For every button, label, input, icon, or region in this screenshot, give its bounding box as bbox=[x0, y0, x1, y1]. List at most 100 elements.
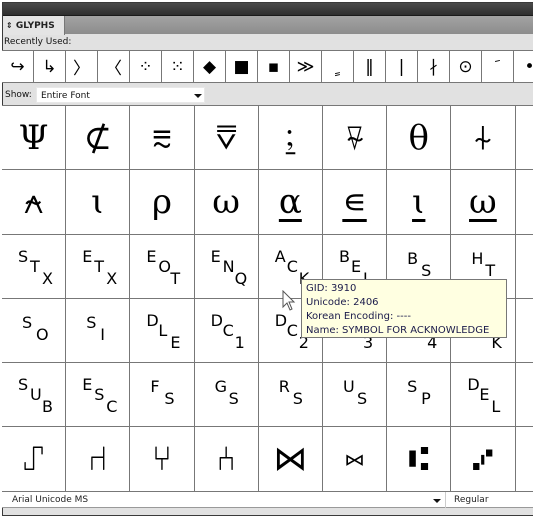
control-picture-glyph: DLE bbox=[130, 299, 193, 362]
recent-glyph-cell[interactable]: 〉 bbox=[66, 51, 98, 82]
show-dropdown[interactable]: Entire Font bbox=[36, 87, 205, 103]
glyph-cell[interactable]: DEL bbox=[451, 363, 516, 428]
glyph-cell[interactable]: STX bbox=[2, 234, 67, 299]
recent-glyph-cell[interactable]: ﹴ bbox=[322, 51, 354, 82]
recent-glyph-cell[interactable]: | bbox=[386, 51, 418, 82]
recent-glyph-cell[interactable]: ⁙ bbox=[162, 51, 194, 82]
glyph-cell[interactable]: ENQ bbox=[194, 234, 259, 299]
control-picture-letter: G bbox=[214, 377, 227, 397]
glyph-cell[interactable]: DLE bbox=[130, 298, 195, 364]
recent-glyph-cell[interactable]: ↳ bbox=[34, 51, 66, 82]
recent-glyph-cell[interactable]: ﹶ bbox=[482, 51, 514, 82]
glyph-cell[interactable] bbox=[515, 235, 533, 299]
glyph-cell[interactable]: ⑂ bbox=[130, 427, 195, 491]
glyph-cell[interactable]: SI bbox=[66, 298, 131, 364]
tab-glyphs[interactable]: ⇕ GLYPHS bbox=[3, 16, 65, 35]
font-family-dropdown[interactable]: Arial Unicode MS bbox=[2, 492, 446, 508]
glyph-cell[interactable]: ⍫ bbox=[322, 106, 388, 171]
glyph-cell[interactable]: ⋈ bbox=[258, 427, 323, 491]
panel-titlebar[interactable] bbox=[3, 3, 533, 15]
glyph-cell[interactable]: ⑅ bbox=[322, 427, 388, 491]
glyph-cell[interactable]: ɩ bbox=[387, 170, 452, 235]
glyph-cell[interactable]: α bbox=[258, 170, 323, 235]
glyph-cell[interactable]: ⩳ bbox=[130, 106, 195, 171]
glyph-cell[interactable]: ⑆ bbox=[387, 427, 452, 491]
collapse-arrows-icon[interactable]: ⇕ bbox=[6, 21, 13, 30]
control-picture-letter: S bbox=[18, 375, 29, 395]
glyph-cell[interactable]: ⑃ bbox=[194, 427, 259, 491]
glyph-cell[interactable]: ⑇ bbox=[451, 427, 516, 491]
glyph-cell[interactable]: ω bbox=[194, 170, 259, 235]
glyph-cell[interactable] bbox=[515, 363, 533, 428]
control-picture-letter: 1 bbox=[234, 332, 245, 352]
control-picture-glyph: ESC bbox=[66, 363, 129, 426]
control-picture-letter: E bbox=[82, 375, 93, 395]
glyph-cell[interactable]: ETX bbox=[66, 234, 131, 299]
tooltip-gid: GID: 3910 bbox=[306, 283, 357, 294]
recent-glyph-cell[interactable]: • bbox=[514, 51, 533, 82]
glyph-cell[interactable]: ∊ bbox=[322, 170, 388, 235]
recent-glyph-cell[interactable]: ⊙ bbox=[450, 51, 482, 82]
glyph-cell[interactable]: ɩ bbox=[66, 170, 131, 235]
control-picture-letter: S bbox=[86, 312, 97, 332]
font-bar: Arial Unicode MS Regular bbox=[2, 491, 533, 508]
recent-glyph-cell[interactable]: ▪ bbox=[258, 51, 290, 82]
glyph-character: ⑁ bbox=[87, 439, 108, 480]
glyph-cell[interactable]: ⍮ bbox=[258, 106, 323, 171]
recent-glyph-cell[interactable]: ↪ bbox=[2, 51, 34, 82]
control-picture-letter: S bbox=[22, 312, 33, 332]
glyph-cell[interactable]: ⑁ bbox=[66, 427, 131, 491]
glyph-cell[interactable]: ω bbox=[451, 170, 516, 235]
recent-glyph-cell[interactable]: ⁘ bbox=[130, 51, 162, 82]
control-picture-letter: C bbox=[106, 397, 118, 417]
glyph-cell[interactable]: DC1 bbox=[194, 298, 259, 364]
glyph-cell[interactable] bbox=[515, 299, 533, 364]
glyph-cell[interactable] bbox=[515, 170, 533, 235]
glyph-cell[interactable]: ⊄ bbox=[66, 106, 131, 171]
glyph-cell[interactable]: ⩢ bbox=[194, 106, 259, 171]
control-picture-letter: T bbox=[30, 256, 40, 276]
glyph-cell[interactable]: θ bbox=[387, 106, 452, 171]
control-picture-letter: R bbox=[278, 377, 290, 397]
glyph-character: ⑃ bbox=[215, 439, 237, 480]
font-family-value: Arial Unicode MS bbox=[12, 495, 89, 505]
glyph-cell[interactable]: SUB bbox=[2, 363, 67, 428]
control-picture-glyph: DEL bbox=[451, 363, 514, 426]
glyph-cell[interactable]: ⍲ bbox=[2, 170, 67, 235]
font-style-dropdown[interactable]: Regular bbox=[450, 492, 533, 508]
font-style-value: Regular bbox=[454, 495, 489, 505]
glyph-cell[interactable]: US bbox=[322, 363, 388, 428]
glyph-character: ɩ bbox=[412, 181, 426, 222]
control-picture-glyph: GS bbox=[195, 363, 258, 426]
control-picture-letter: S bbox=[356, 389, 368, 409]
control-picture-glyph: ENQ bbox=[195, 235, 258, 298]
recent-glyph-cell[interactable]: ■ bbox=[226, 51, 258, 82]
glyph-character: θ bbox=[408, 117, 429, 158]
recent-glyph-cell[interactable]: ∤ bbox=[418, 51, 450, 82]
glyph-cell[interactable]: ρ bbox=[130, 170, 195, 235]
glyph-character: ⍲ bbox=[23, 181, 44, 222]
recent-glyph-cell[interactable]: 〈 bbox=[98, 51, 130, 82]
glyph-cell[interactable]: GS bbox=[194, 363, 259, 428]
control-picture-letter: N bbox=[222, 256, 235, 276]
recent-glyph-cell[interactable]: ≫ bbox=[290, 51, 322, 82]
control-picture-letter: L bbox=[491, 397, 501, 417]
control-picture-letter: C bbox=[222, 320, 234, 340]
glyph-character: ⑀ bbox=[23, 439, 44, 480]
glyph-cell[interactable]: SP bbox=[387, 363, 452, 428]
glyph-cell[interactable]: RS bbox=[258, 363, 323, 428]
glyph-cell[interactable]: ⍭ bbox=[451, 106, 516, 171]
glyph-cell[interactable]: EOT bbox=[130, 234, 195, 299]
glyph-cell[interactable]: ESC bbox=[66, 363, 131, 428]
glyph-cell[interactable]: SO bbox=[2, 298, 67, 364]
recent-glyph-cell[interactable]: ‖ bbox=[354, 51, 386, 82]
control-picture-letter: T bbox=[94, 256, 104, 276]
glyph-cell[interactable]: ⑀ bbox=[2, 427, 67, 491]
glyph-cell[interactable] bbox=[515, 427, 533, 491]
control-picture-letter: E bbox=[82, 246, 93, 266]
recent-glyph-cell[interactable]: ◆ bbox=[194, 51, 226, 82]
control-picture-letter: S bbox=[94, 385, 105, 405]
glyph-cell[interactable]: Ψ bbox=[2, 106, 67, 171]
glyph-cell[interactable] bbox=[515, 106, 533, 171]
glyph-cell[interactable]: FS bbox=[130, 363, 195, 428]
